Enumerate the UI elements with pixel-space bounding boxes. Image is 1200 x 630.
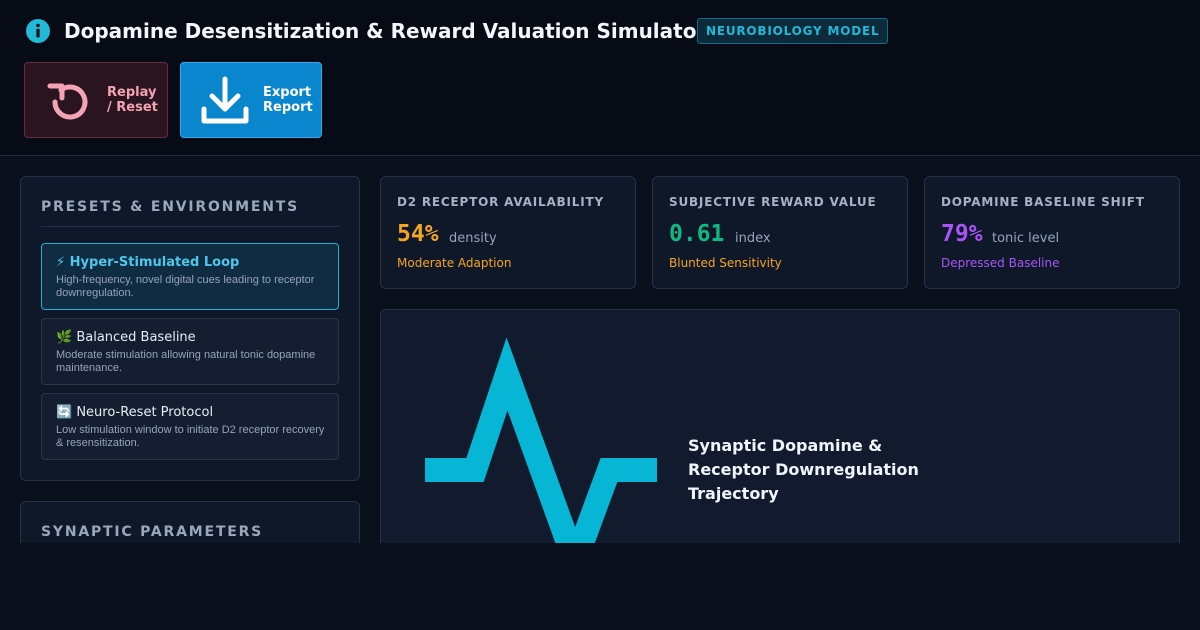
preset-name: 🔄 Neuro-Reset Protocol <box>56 405 214 420</box>
preset-description: High-frequency, novel digital cues leadi… <box>56 274 315 299</box>
preset-name: 🌿 Balanced Baseline <box>56 330 196 345</box>
metric-status: Moderate Adaption <box>397 256 512 270</box>
presets-title: PRESETS & ENVIRONMENTS <box>41 199 300 215</box>
metric-status: Depressed Baseline <box>941 256 1060 270</box>
metric-unit: index <box>735 231 771 246</box>
synaptic-title: SYNAPTIC PARAMETERS <box>41 524 264 540</box>
presets-panel: PRESETS & ENVIRONMENTS ⚡ Hyper-Stimulate… <box>20 176 360 481</box>
export-label: Export Report <box>263 85 313 115</box>
model-badge: NEUROBIOLOGY MODEL <box>697 18 889 44</box>
metric-label: DOPAMINE BASELINE SHIFT <box>941 195 1145 209</box>
chart-caption: Synaptic Dopamine & Receptor Downregulat… <box>688 436 919 503</box>
preset-description: Moderate stimulation allowing natural to… <box>56 349 316 374</box>
preset-description: Low stimulation window to initiate D2 re… <box>56 424 325 449</box>
preset-name: ⚡ Hyper-Stimulated Loop <box>56 255 240 270</box>
export-report-button[interactable]: Export Report <box>180 62 322 138</box>
metric-card-d2-receptor: D2 RECEPTOR AVAILABILITY 54% density Mod… <box>380 176 636 289</box>
preset-neuro-reset-protocol[interactable]: 🔄 Neuro-Reset Protocol Low stimulation w… <box>41 393 339 460</box>
page-bottom <box>0 543 1200 630</box>
metric-value: 0.61 <box>669 221 725 247</box>
metric-label: SUBJECTIVE REWARD VALUE <box>669 195 877 209</box>
download-icon <box>201 76 249 124</box>
metric-label: D2 RECEPTOR AVAILABILITY <box>397 195 604 209</box>
info-icon <box>26 19 50 43</box>
divider <box>41 226 339 227</box>
metric-status: Blunted Sensitivity <box>669 256 782 270</box>
trajectory-chart-panel: Synaptic Dopamine & Receptor Downregulat… <box>380 309 1180 569</box>
app-title: Dopamine Desensitization & Reward Valuat… <box>64 19 707 43</box>
metric-unit: tonic level <box>992 231 1060 246</box>
replay-icon <box>47 83 88 120</box>
reset-label: Replay / Reset <box>107 85 158 115</box>
preset-balanced-baseline[interactable]: 🌿 Balanced Baseline Moderate stimulation… <box>41 318 339 385</box>
preset-hyper-stimulated-loop[interactable]: ⚡ Hyper-Stimulated Loop High-frequency, … <box>41 243 339 310</box>
pulse-icon <box>425 337 657 566</box>
app-header: Dopamine Desensitization & Reward Valuat… <box>0 0 1200 156</box>
metric-value: 79% <box>941 221 983 247</box>
replay-reset-button[interactable]: Replay / Reset <box>24 62 168 138</box>
metric-value: 54% <box>397 221 439 247</box>
metric-unit: density <box>449 231 497 246</box>
metric-card-dopamine-baseline: DOPAMINE BASELINE SHIFT 79% tonic level … <box>924 176 1180 289</box>
metric-card-subjective-reward: SUBJECTIVE REWARD VALUE 0.61 index Blunt… <box>652 176 908 289</box>
